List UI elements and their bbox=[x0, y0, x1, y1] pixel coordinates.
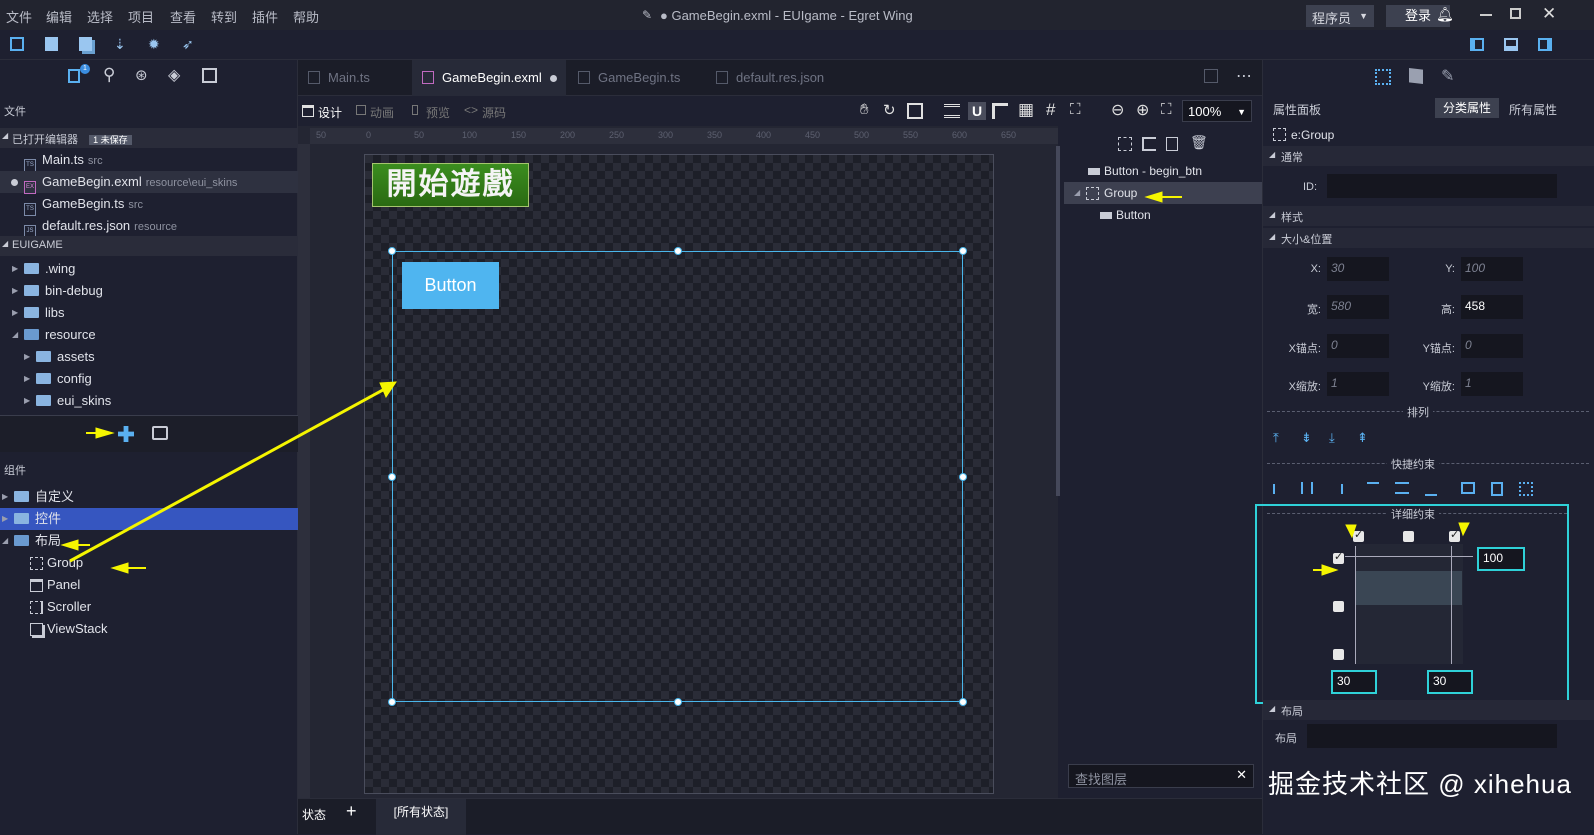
annotation-arrow-icon bbox=[1321, 564, 1339, 576]
annotation-arrow-icon bbox=[110, 562, 129, 574]
annotation-arrow-line bbox=[69, 383, 393, 563]
annotation-arrow-icon bbox=[60, 539, 79, 551]
annotation-arrowhead bbox=[379, 381, 397, 399]
annotation-overlay bbox=[60, 191, 1470, 576]
watermark: 掘金技术社区 @ xihehua bbox=[1268, 769, 1572, 799]
annotation-arrow-icon bbox=[1345, 524, 1357, 539]
annotation-arrow-icon bbox=[1458, 522, 1470, 537]
yellow-annotation-arrows bbox=[60, 191, 1470, 576]
annotation-arrow-icon bbox=[1144, 191, 1163, 203]
